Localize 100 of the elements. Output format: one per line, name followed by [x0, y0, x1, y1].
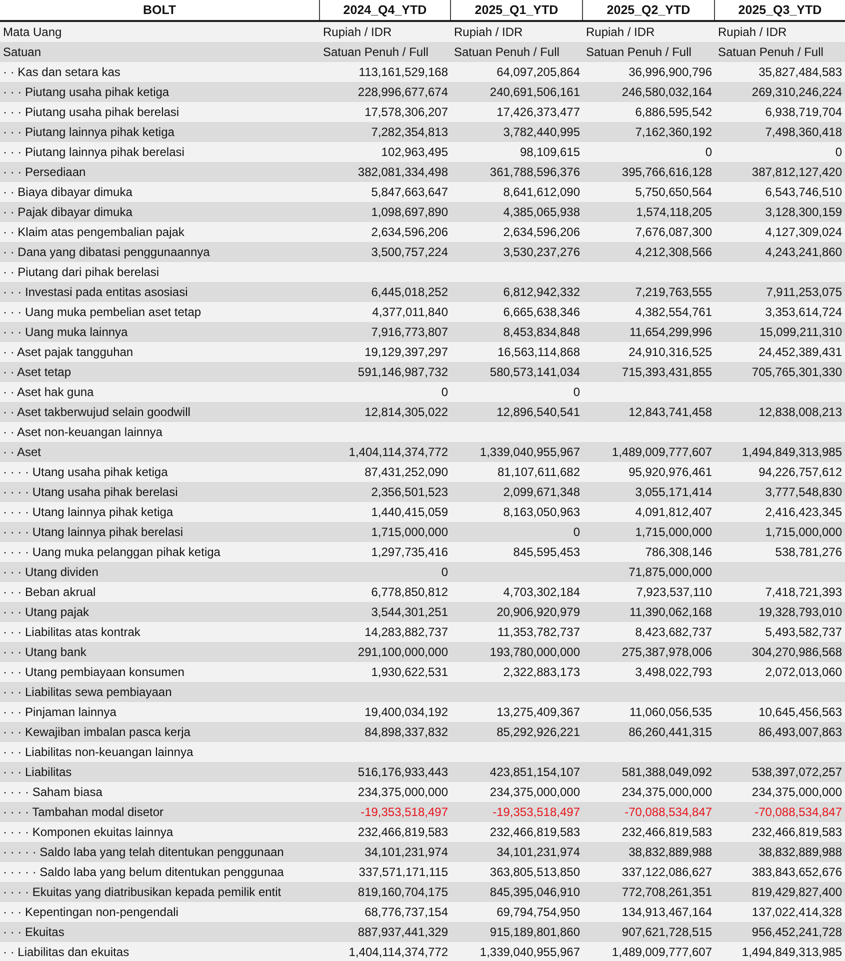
table-cell: 2,634,596,206: [371, 225, 448, 239]
table-cell: 786,308,146: [645, 545, 712, 559]
table-cell: 915,189,801,860: [490, 925, 580, 939]
table-cell: 246,580,032,164: [622, 85, 712, 99]
row-label: · · Aset takberwujud selain goodwill: [3, 405, 190, 419]
table-cell: 240,691,506,161: [490, 85, 580, 99]
table-cell: 387,812,127,420: [752, 165, 842, 179]
table-cell: 0: [705, 145, 712, 159]
table-cell: 845,595,453: [513, 545, 580, 559]
table-cell: 1,404,114,374,772: [348, 445, 448, 459]
table-cell: 38,832,889,988: [758, 845, 842, 859]
table-cell: 363,805,513,850: [490, 865, 580, 879]
table-cell: 4,212,308,566: [635, 245, 712, 259]
table-cell: -19,353,518,497: [492, 805, 580, 819]
table-cell: 11,654,299,996: [629, 325, 712, 339]
row-label: · · · Utang pembiayaan konsumen: [3, 665, 184, 679]
table-cell: 7,676,087,300: [635, 225, 712, 239]
row-label: · · · Liabilitas non-keuangan lainnya: [3, 745, 194, 759]
table-cell: 3,500,757,224: [371, 245, 448, 259]
row-label: · · · Uang muka pembelian aset tetap: [3, 305, 202, 319]
table-cell: 35,827,484,583: [758, 65, 842, 79]
table-cell: 4,377,011,840: [372, 305, 448, 319]
table-cell: Satuan Penuh / Full: [323, 45, 428, 59]
table-cell: 71,875,000,000: [628, 565, 712, 579]
table-cell: 6,886,595,542: [635, 105, 712, 119]
table-cell: 0: [573, 525, 580, 539]
table-cell: 15,099,211,310: [759, 325, 842, 339]
row-label: · · · · Uang muka pelanggan pihak ketiga: [3, 545, 220, 559]
row-label: · · · · Saham biasa: [3, 785, 102, 799]
column-header: 2024_Q4_YTD: [320, 0, 451, 20]
table-cell: 2,634,596,206: [503, 225, 580, 239]
table-cell: 232,466,819,583: [490, 825, 580, 839]
table-cell: 19,129,397,297: [364, 345, 448, 359]
table-cell: 34,101,231,974: [364, 845, 448, 859]
row-label: · · · Ekuitas: [3, 925, 64, 939]
table-cell: 956,452,241,728: [752, 925, 842, 939]
row-label: · · · Piutang lainnya pihak berelasi: [3, 145, 184, 159]
table-cell: Satuan Penuh / Full: [718, 45, 824, 59]
table-cell: 7,911,253,075: [766, 285, 842, 299]
table-cell: 7,916,773,807: [371, 325, 448, 339]
table-cell: 2,322,883,173: [503, 665, 580, 679]
row-label: · · Liabilitas dan ekuitas: [3, 945, 130, 959]
table-cell: 1,494,849,313,985: [742, 445, 842, 459]
table-cell: 232,466,819,583: [622, 825, 712, 839]
row-label: · · · · Utang lainnya pihak ketiga: [3, 505, 174, 519]
table-cell: 2,099,671,348: [503, 485, 580, 499]
row-label: · · · · · Saldo laba yang telah ditentukan penggunaan: [3, 845, 284, 859]
row-label: · · · Beban akrual: [3, 585, 96, 599]
table-cell: 1,297,735,416: [371, 545, 448, 559]
table-cell: 36,996,900,796: [628, 65, 712, 79]
table-cell: 581,388,049,092: [622, 765, 712, 779]
row-label: · · · Pinjaman lainnya: [3, 705, 116, 719]
table-cell: 4,382,554,761: [635, 305, 712, 319]
row-label: · · · Utang pajak: [3, 605, 90, 619]
column-header: BOLT: [0, 0, 320, 20]
table-cell: 538,781,276: [775, 545, 842, 559]
row-label: · · Aset pajak tangguhan: [3, 345, 134, 359]
row-label: · · · · Tambahan modal disetor: [3, 805, 164, 819]
table-cell: 0: [441, 385, 448, 399]
table-cell: 819,429,827,400: [752, 885, 842, 899]
table-cell: 4,385,065,938: [503, 205, 580, 219]
table-cell: 591,146,987,732: [358, 365, 448, 379]
row-label: · · Dana yang dibatasi penggunaannya: [3, 245, 210, 259]
table-cell: 1,715,000,000: [635, 525, 712, 539]
table-cell: 2,416,423,345: [765, 505, 842, 519]
table-cell: 193,780,000,000: [490, 645, 580, 659]
table-cell: 85,292,926,221: [496, 725, 580, 739]
row-label: Mata Uang: [3, 25, 62, 39]
row-label: · · Pajak dibayar dimuka: [3, 205, 132, 219]
table-cell: Satuan Penuh / Full: [586, 45, 692, 59]
table-cell: 1,339,040,955,967: [480, 945, 580, 959]
table-cell: 819,160,704,175: [358, 885, 448, 899]
table-cell: 1,489,009,777,607: [612, 445, 712, 459]
table-cell: 1,098,697,890: [371, 205, 448, 219]
row-label: · · Biaya dibayar dimuka: [3, 185, 132, 199]
table-cell: 1,574,118,205: [636, 205, 712, 219]
table-cell: 12,814,305,022: [364, 405, 448, 419]
row-label: · · · · · Saldo laba yang belum ditentukan penggunaa: [3, 865, 284, 879]
row-label: · · Aset hak guna: [3, 385, 94, 399]
table-cell: 3,498,022,793: [635, 665, 712, 679]
table-cell: 383,843,652,676: [752, 865, 842, 879]
row-label: · · · · Ekuitas yang diatribusikan kepada pemilik entit: [3, 885, 282, 899]
table-cell: 580,573,141,034: [490, 365, 580, 379]
row-label: · · · Kewajiban imbalan pasca kerja: [3, 725, 190, 739]
table-cell: 234,375,000,000: [622, 785, 712, 799]
table-cell: 24,452,389,431: [758, 345, 842, 359]
table-cell: 17,578,306,207: [364, 105, 448, 119]
table-cell: -70,088,534,847: [754, 805, 842, 819]
table-cell: 81,107,611,682: [497, 465, 580, 479]
row-label: · · · Piutang usaha pihak berelasi: [3, 105, 180, 119]
row-label: · · Aset tetap: [3, 365, 72, 379]
column-header: 2025_Q2_YTD: [583, 0, 715, 20]
row-label: · · · · Utang lainnya pihak berelasi: [3, 525, 184, 539]
table-cell: 38,832,889,988: [628, 845, 712, 859]
table-cell: 12,843,741,458: [628, 405, 712, 419]
table-cell: 0: [573, 385, 580, 399]
table-cell: 234,375,000,000: [490, 785, 580, 799]
table-cell: 1,715,000,000: [765, 525, 842, 539]
table-cell: 19,400,034,192: [364, 705, 448, 719]
table-cell: 4,127,309,024: [765, 225, 842, 239]
